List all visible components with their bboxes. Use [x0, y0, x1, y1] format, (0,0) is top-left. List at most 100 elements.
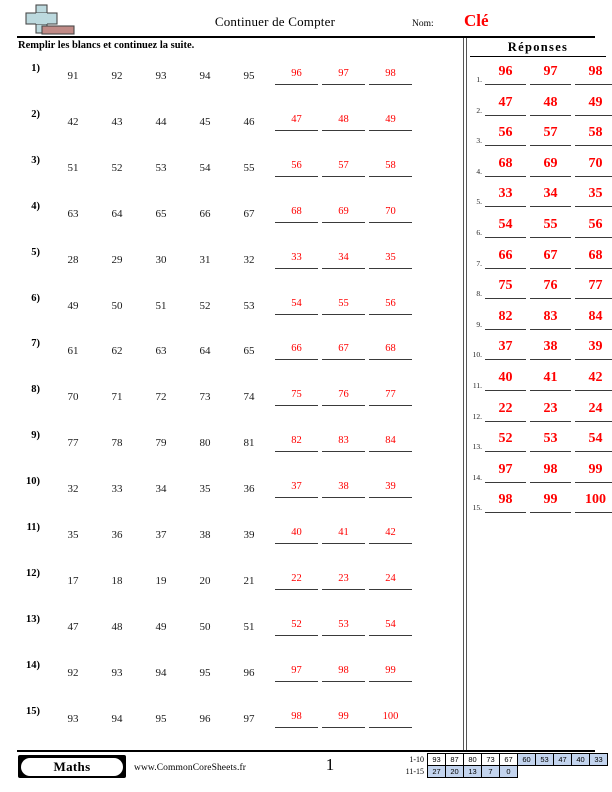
- answer-blank[interactable]: 40: [275, 524, 318, 544]
- answer-blank[interactable]: 22: [275, 570, 318, 590]
- answer-value: 48: [530, 93, 571, 116]
- answer-blank[interactable]: 35: [369, 249, 412, 269]
- given-number: 52: [111, 161, 123, 174]
- answer-blank[interactable]: 99: [322, 708, 365, 728]
- site-url[interactable]: www.CommonCoreSheets.fr: [134, 763, 246, 773]
- problem-row: 4) 63 64 65 66 67 68 69 70: [14, 201, 454, 249]
- answer-value: 55: [530, 215, 571, 238]
- answer-blank[interactable]: 39: [369, 478, 412, 499]
- answer-blank[interactable]: 23: [322, 570, 365, 590]
- answer-blank[interactable]: 75: [275, 386, 318, 407]
- answer-blank[interactable]: 34: [322, 249, 365, 269]
- answer-blank[interactable]: 97: [322, 65, 365, 85]
- answer-blank[interactable]: 54: [275, 295, 318, 315]
- given-number: 51: [155, 299, 167, 312]
- answer-blank[interactable]: 70: [369, 203, 412, 223]
- answer-blank[interactable]: 56: [275, 157, 318, 177]
- problem-number: 5): [31, 246, 40, 258]
- given-number: 74: [243, 391, 255, 404]
- answer-value: 99: [575, 460, 612, 483]
- answer-blank[interactable]: 99: [369, 662, 412, 682]
- header-divider-rule: [17, 36, 595, 38]
- answer-blank[interactable]: 82: [275, 432, 318, 453]
- answer-blank[interactable]: 97: [275, 662, 318, 682]
- answer-blank[interactable]: 38: [322, 478, 365, 499]
- given-number: 93: [155, 70, 167, 82]
- answer-blank[interactable]: 96: [275, 65, 318, 85]
- given-number: 95: [155, 712, 167, 725]
- answer-blank[interactable]: 76: [322, 386, 365, 407]
- problem-row: 10) 32 33 34 35 36 37 38 39: [14, 476, 454, 524]
- given-number: 46: [243, 115, 255, 128]
- score-cell: 53: [535, 753, 554, 766]
- answer-blank[interactable]: 67: [322, 340, 365, 361]
- answer-blank[interactable]: 54: [369, 616, 412, 636]
- score-cell: 67: [499, 753, 518, 766]
- answer-row-number: 13.: [472, 442, 482, 452]
- answer-blank[interactable]: 68: [275, 203, 318, 223]
- given-number: 94: [155, 666, 167, 679]
- problem-number: 8): [31, 384, 40, 396]
- answer-value: 83: [530, 307, 571, 330]
- given-number: 45: [199, 115, 211, 128]
- answer-blank[interactable]: 53: [322, 616, 365, 636]
- score-cell-empty: [590, 766, 608, 778]
- answer-blank[interactable]: 69: [322, 203, 365, 223]
- brand-label: Maths: [21, 757, 123, 776]
- answer-row-number: 4.: [476, 166, 482, 176]
- answer-blank[interactable]: 41: [322, 524, 365, 544]
- answer-blank[interactable]: 24: [369, 570, 412, 590]
- answer-row: 6. 54 55 56: [468, 215, 612, 245]
- answer-blank[interactable]: 83: [322, 432, 365, 453]
- problem-number: 2): [31, 108, 40, 120]
- problem-number: 10): [26, 476, 40, 488]
- answer-blank[interactable]: 48: [322, 111, 365, 131]
- problem-row: 8) 70 71 72 73 74 75 76 77: [14, 384, 454, 432]
- answer-row-number: 9.: [476, 319, 482, 329]
- answer-blank[interactable]: 98: [369, 65, 412, 85]
- answer-blank[interactable]: 84: [369, 432, 412, 453]
- answer-blank[interactable]: 58: [369, 157, 412, 177]
- answer-value: 70: [575, 154, 612, 177]
- answer-blank[interactable]: 33: [275, 249, 318, 269]
- answer-value: 33: [485, 184, 526, 208]
- answer-blank[interactable]: 56: [369, 295, 412, 315]
- problem-number: 14): [26, 659, 40, 671]
- answer-blank[interactable]: 98: [275, 708, 318, 728]
- worksheet-page: Continuer de Compter Nom: Clé Remplir le…: [0, 0, 612, 792]
- answer-row: 7. 66 67 68: [468, 246, 612, 276]
- answer-row: 10. 37 38 39: [468, 337, 612, 367]
- given-number: 30: [155, 253, 167, 266]
- given-number: 95: [243, 70, 255, 82]
- given-number: 49: [155, 620, 167, 633]
- given-number: 53: [155, 161, 167, 174]
- answer-blank[interactable]: 57: [322, 157, 365, 177]
- given-number: 42: [67, 115, 79, 128]
- problem-row: 6) 49 50 51 52 53 54 55 56: [14, 293, 454, 341]
- answer-blank[interactable]: 98: [322, 662, 365, 682]
- answer-blank[interactable]: 66: [275, 340, 318, 361]
- given-number: 67: [243, 207, 255, 220]
- answer-blank[interactable]: 55: [322, 295, 365, 315]
- answer-blank[interactable]: 68: [369, 340, 412, 361]
- given-number: 37: [155, 529, 167, 541]
- answer-blank[interactable]: 47: [275, 111, 318, 131]
- answer-value: 23: [530, 399, 571, 422]
- answer-blank[interactable]: 49: [369, 111, 412, 131]
- given-number: 50: [199, 620, 211, 633]
- answer-blank[interactable]: 100: [369, 708, 412, 728]
- answer-blank[interactable]: 37: [275, 478, 318, 499]
- given-number: 71: [111, 391, 123, 404]
- given-number: 95: [199, 666, 211, 679]
- given-number: 65: [155, 207, 167, 220]
- given-number: 80: [199, 437, 211, 450]
- answer-blank[interactable]: 77: [369, 386, 412, 407]
- given-number: 28: [67, 253, 79, 266]
- given-number: 61: [67, 345, 79, 358]
- answer-value: 42: [575, 368, 612, 391]
- score-cell: 73: [481, 753, 500, 766]
- answer-row-number: 14.: [472, 472, 482, 482]
- problem-row: 5) 28 29 30 31 32 33 34 35: [14, 247, 454, 295]
- answer-blank[interactable]: 52: [275, 616, 318, 636]
- answer-blank[interactable]: 42: [369, 524, 412, 544]
